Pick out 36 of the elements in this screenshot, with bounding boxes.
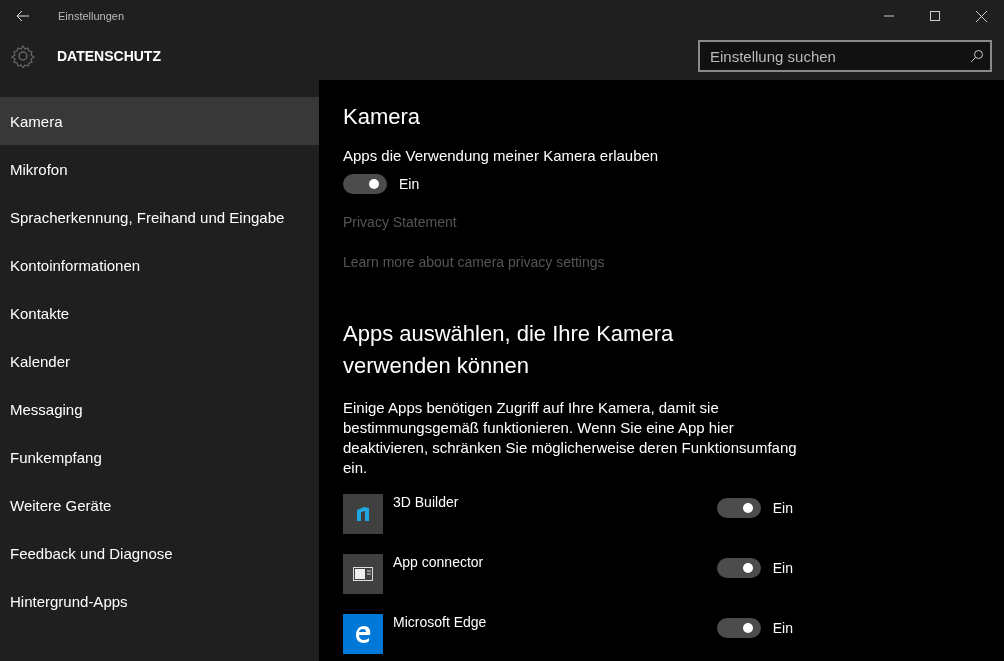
- maximize-icon: [930, 11, 940, 21]
- sidebar-item[interactable]: Kontakte: [0, 289, 319, 337]
- sidebar-item[interactable]: Kalender: [0, 337, 319, 385]
- sidebar-item[interactable]: Messaging: [0, 385, 319, 433]
- section-title: Kamera: [343, 104, 422, 130]
- toggle-switch[interactable]: [716, 498, 761, 518]
- page-title: DATENSCHUTZ: [57, 48, 162, 64]
- toggle-state: Ein: [772, 560, 793, 576]
- toggle-state: Ein: [772, 620, 793, 636]
- section-heading: Apps auswählen, die Ihre Kamera verwenden können: [343, 320, 675, 380]
- app-name: Microsoft Edge: [393, 614, 488, 630]
- sidebar-item[interactable]: Spracherkennung, Freihand und Eingabe: [0, 193, 319, 241]
- toggle-state: Ein: [772, 500, 793, 516]
- sidebar-item[interactable]: Kontoinformationen: [0, 241, 319, 289]
- app-name: 3D Builder: [393, 494, 460, 510]
- e-logo-icon: [353, 624, 373, 644]
- sidebar-item[interactable]: Funkempfang: [0, 433, 319, 481]
- description-text: Einige Apps benötigen Zugriff auf Ihre Kamera, damit sie bestimmungsgemäß funktionieren. Wenn Sie eine App hier deaktivieren, schränken Sie möglicherweise deren Funktionsumfang ein.: [343, 398, 798, 478]
- sidebar-item[interactable]: Mikrofon: [0, 145, 319, 193]
- setting-label: Apps die Verwendung meiner Kamera erlauben: [343, 146, 660, 166]
- toggle-switch[interactable]: [716, 618, 761, 638]
- sidebar-item[interactable]: Weitere Geräte: [0, 481, 319, 529]
- window-icon: [353, 567, 373, 581]
- toggle-switch[interactable]: [716, 558, 761, 578]
- app-name: App connector: [393, 554, 485, 570]
- window-title: Einstellungen: [58, 10, 126, 22]
- sidebar-item[interactable]: Kamera: [0, 97, 319, 145]
- sidebar-item[interactable]: Hintergrund-Apps: [0, 577, 319, 625]
- search-field[interactable]: Einstellung suchen: [698, 40, 992, 72]
- close-icon: [975, 10, 987, 22]
- toggle-state: Ein: [399, 176, 420, 192]
- settings-icon: [11, 44, 35, 68]
- toggle-switch[interactable]: [343, 174, 387, 194]
- search-icon: [970, 49, 984, 63]
- back-arrow-icon: [16, 10, 30, 22]
- sidebar-item[interactable]: Feedback und Diagnose: [0, 529, 319, 577]
